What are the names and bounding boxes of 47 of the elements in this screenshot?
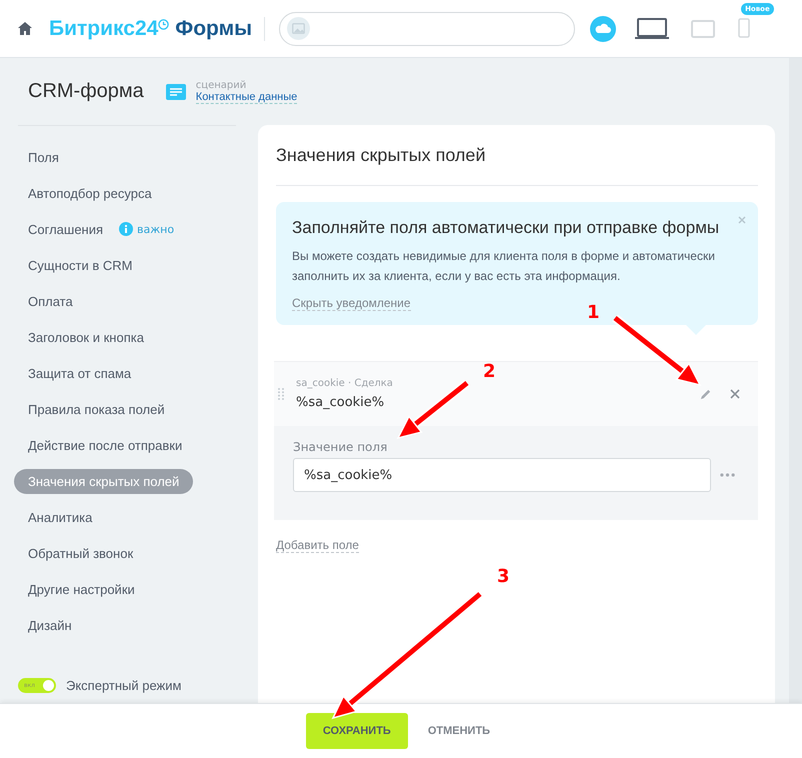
- info-icon: [119, 222, 134, 236]
- panel-title: Значения скрытых полей: [276, 144, 486, 167]
- edit-icon[interactable]: [699, 388, 712, 400]
- sidebar-item[interactable]: Соглашения: [14, 216, 118, 242]
- sidebar-item[interactable]: Другие настройки: [14, 576, 149, 602]
- annotation-number: 1: [587, 302, 600, 323]
- notice-text: Вы можете создать невидимые для клиента поля в форме и автоматически заполнить их за клиента, если у вас есть эта информация.: [292, 248, 716, 285]
- sidebar-item[interactable]: Защита от спама: [14, 360, 146, 386]
- sidebar-item[interactable]: Аналитика: [14, 504, 106, 530]
- scenario-link[interactable]: Контактные данные: [196, 90, 298, 104]
- hide-notice-link[interactable]: Скрыть уведомление: [292, 296, 411, 311]
- form-title: CRM-форма: [28, 80, 144, 103]
- sidebar-item[interactable]: Правила показа полей: [14, 396, 179, 422]
- expert-mode-label: Экспертный режим: [66, 678, 182, 693]
- app-logo: Битрикс24 Формы: [49, 16, 252, 40]
- sidebar-item[interactable]: Заголовок и кнопка: [14, 324, 158, 350]
- sidebar-item[interactable]: Сущности в CRM: [14, 252, 146, 278]
- field-name: %sa_cookie%: [296, 395, 386, 410]
- add-field-link[interactable]: Добавить поле: [276, 538, 359, 553]
- phone-icon[interactable]: [738, 18, 750, 38]
- sidebar-item[interactable]: Поля: [14, 144, 73, 170]
- sidebar-item[interactable]: Оплата: [14, 288, 87, 314]
- field-value-label: Значение поля: [293, 440, 388, 454]
- sidebar-item[interactable]: Дизайн: [14, 612, 86, 638]
- laptop-icon[interactable]: [635, 18, 670, 40]
- scrollbar[interactable]: [789, 58, 802, 703]
- sidebar-item[interactable]: Обратный звонок: [14, 540, 148, 566]
- more-icon[interactable]: [720, 473, 735, 477]
- tablet-icon[interactable]: [691, 20, 716, 38]
- field-value-input[interactable]: %sa_cookie%: [293, 458, 711, 492]
- image-icon: [287, 17, 310, 40]
- close-icon[interactable]: [738, 216, 746, 224]
- save-button[interactable]: СОХРАНИТЬ: [306, 713, 408, 749]
- document-icon: [166, 84, 186, 100]
- cancel-button[interactable]: ОТМЕНИТЬ: [422, 713, 496, 749]
- sidebar-item[interactable]: Автоподбор ресурса: [14, 180, 166, 206]
- scenario-label: сценарий: [196, 80, 248, 90]
- url-field[interactable]: [279, 12, 576, 46]
- home-icon[interactable]: [18, 22, 32, 35]
- annotation-number: 3: [497, 566, 510, 587]
- field-meta: sa_cookie · Сделка: [296, 378, 394, 389]
- drag-handle-icon[interactable]: [278, 388, 284, 400]
- sidebar-item[interactable]: Действие после отправки: [14, 432, 196, 458]
- annotation-number: 2: [483, 361, 496, 382]
- close-icon[interactable]: [730, 389, 740, 399]
- notice-title: Заполняйте поля автоматически при отправке формы: [292, 218, 720, 238]
- cloud-icon[interactable]: [590, 16, 616, 42]
